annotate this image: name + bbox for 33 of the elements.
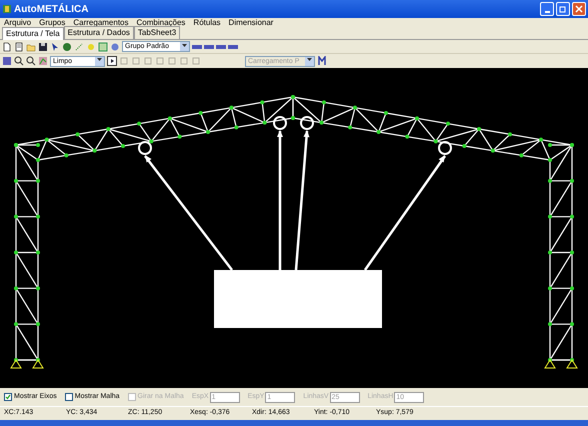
globe-icon[interactable] <box>62 42 72 52</box>
node-icon[interactable] <box>86 42 96 52</box>
check-icon <box>5 394 11 400</box>
app-icon <box>2 4 12 14</box>
close-button[interactable] <box>572 2 586 16</box>
window-title: AutoMETÁLICA <box>14 2 88 16</box>
grid-icon[interactable] <box>2 56 12 66</box>
tab[interactable]: TabSheet3 <box>134 26 180 39</box>
save-icon[interactable] <box>38 42 48 52</box>
zoom-out-icon[interactable] <box>26 56 36 66</box>
caret-icon <box>97 58 102 62</box>
menu-item[interactable]: Arquivo <box>0 18 36 27</box>
tab[interactable]: Estrutura / Tela <box>2 27 64 40</box>
play-icon[interactable] <box>107 56 117 66</box>
caret-icon <box>182 44 187 47</box>
close-icon <box>575 4 583 13</box>
caret-icon <box>307 58 312 62</box>
grid-icon[interactable] <box>98 42 108 52</box>
menu-item[interactable]: Combinações <box>132 18 190 27</box>
minimize-button[interactable] <box>540 2 554 16</box>
line-icon[interactable] <box>74 42 84 52</box>
zoom-in-icon[interactable] <box>14 56 24 66</box>
link-icon[interactable] <box>110 42 120 52</box>
menu-item[interactable]: Grupos <box>35 18 70 27</box>
m-icon[interactable] <box>317 56 327 66</box>
restore-icon <box>559 4 567 13</box>
restore-button[interactable] <box>556 2 570 16</box>
minimize-icon <box>544 10 550 13</box>
tab[interactable]: Estrutura / Dados <box>64 26 134 39</box>
menu-item[interactable]: Rótulas <box>189 18 225 27</box>
document-icon[interactable] <box>14 42 24 52</box>
menu-item[interactable]: Carregamentos <box>69 18 132 27</box>
menu-item[interactable]: Dimensionar <box>224 18 278 27</box>
